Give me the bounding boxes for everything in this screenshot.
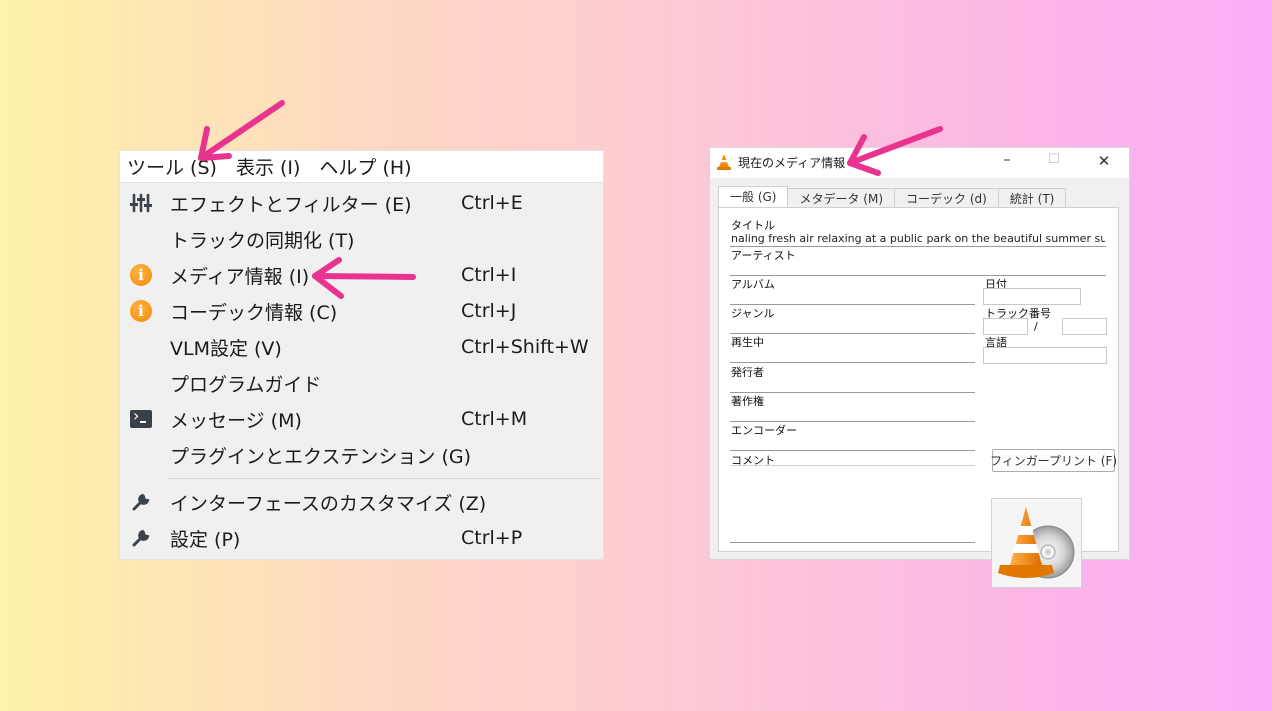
menu-item-shortcut: Ctrl+I — [461, 264, 517, 286]
vlc-cone-disc-icon — [998, 507, 1075, 579]
menu-item-program-guide[interactable]: プログラムガイド — [120, 365, 603, 401]
arrow-to-media-info-title — [847, 126, 943, 176]
vlc-cone-icon — [716, 153, 732, 175]
menu-item-customize-interface[interactable]: インターフェースのカスタマイズ (Z) — [120, 484, 603, 520]
menu-item-shortcut: Ctrl+P — [461, 527, 523, 549]
arrow-to-tools-menu — [198, 100, 285, 161]
menu-item-label: メディア情報 (I) — [170, 265, 310, 288]
tools-menu-panel: ツール (S) 表示 (I) ヘルプ (H) エフェクトとフィルター (E) C… — [120, 151, 603, 559]
publisher-field[interactable] — [730, 377, 975, 393]
menu-item-shortcut: Ctrl+E — [461, 192, 523, 214]
track-separator: / — [1034, 320, 1038, 333]
album-field[interactable] — [730, 289, 975, 305]
menu-item-label: 設定 (P) — [170, 528, 241, 551]
menu-item-label: トラックの同期化 (T) — [170, 229, 355, 252]
wrench-icon — [129, 526, 153, 550]
menu-item-effects-filters[interactable]: エフェクトとフィルター (E) Ctrl+E — [120, 185, 603, 221]
copyright-field[interactable] — [730, 406, 975, 422]
encoder-field[interactable] — [730, 435, 975, 451]
window-title: 現在のメディア情報 — [738, 156, 846, 170]
menu-item-shortcut: Ctrl+Shift+W — [461, 336, 589, 358]
menu-item-label: プログラムガイド — [170, 373, 322, 396]
menu-item-shortcut: Ctrl+J — [461, 300, 517, 322]
genre-field[interactable] — [730, 318, 975, 334]
title-field-value: naling fresh air relaxing at a public pa… — [731, 232, 1105, 245]
tab-bar: 一般 (G) メタデータ (M) コーデック (d) 統計 (T) — [718, 186, 1067, 209]
terminal-icon — [129, 406, 153, 431]
equalizer-icon — [129, 191, 153, 215]
menu-item-shortcut: Ctrl+M — [461, 408, 528, 430]
info-icon: i — [129, 299, 153, 323]
menubar-help[interactable]: ヘルプ (H) — [319, 153, 411, 180]
tab-general[interactable]: 一般 (G) — [718, 186, 789, 209]
menu-separator — [168, 478, 599, 479]
tab-codec[interactable]: コーデック (d) — [894, 188, 999, 208]
language-field[interactable] — [983, 347, 1107, 364]
menu-item-label: エフェクトとフィルター (E) — [170, 193, 412, 216]
album-art — [991, 498, 1082, 588]
arrow-to-media-info — [312, 257, 416, 299]
maximize-button[interactable]: ☐ — [1040, 152, 1068, 167]
now-playing-field[interactable] — [730, 347, 975, 363]
menu-item-vlm-settings[interactable]: VLM設定 (V) Ctrl+Shift+W — [120, 329, 603, 365]
comment-field[interactable] — [730, 465, 975, 543]
fingerprint-button[interactable]: フィンガープリント (F) — [990, 449, 1117, 472]
tab-statistics[interactable]: 統計 (T) — [997, 188, 1067, 208]
general-pane: タイトル naling fresh air relaxing at a publ… — [718, 207, 1119, 588]
tab-metadata[interactable]: メタデータ (M) — [787, 188, 896, 208]
menu-item-plugins-extensions[interactable]: プラグインとエクステンション (G) — [120, 437, 603, 473]
wrench-icon — [129, 490, 153, 514]
media-info-window: 現在のメディア情報 – ☐ ✕ 一般 (G) メタデータ (M) コーデック (… — [710, 148, 1129, 588]
track-total-field[interactable] — [1062, 318, 1107, 335]
menu-item-preferences[interactable]: 設定 (P) Ctrl+P — [120, 520, 603, 556]
minimize-button[interactable]: – — [993, 152, 1021, 168]
track-number-field[interactable] — [983, 318, 1028, 335]
info-icon: i — [129, 263, 153, 287]
menu-item-label: VLM設定 (V) — [170, 337, 282, 360]
menu-item-label: メッセージ (M) — [170, 409, 302, 432]
menu-item-messages[interactable]: メッセージ (M) Ctrl+M — [120, 401, 603, 437]
date-field[interactable] — [983, 288, 1081, 305]
tools-dropdown: エフェクトとフィルター (E) Ctrl+E トラックの同期化 (T) i メデ… — [120, 183, 603, 556]
artist-field[interactable] — [730, 260, 1106, 276]
menu-item-label: プラグインとエクステンション (G) — [170, 445, 472, 468]
close-button[interactable]: ✕ — [1090, 152, 1118, 170]
menu-item-label: インターフェースのカスタマイズ (Z) — [170, 492, 487, 515]
